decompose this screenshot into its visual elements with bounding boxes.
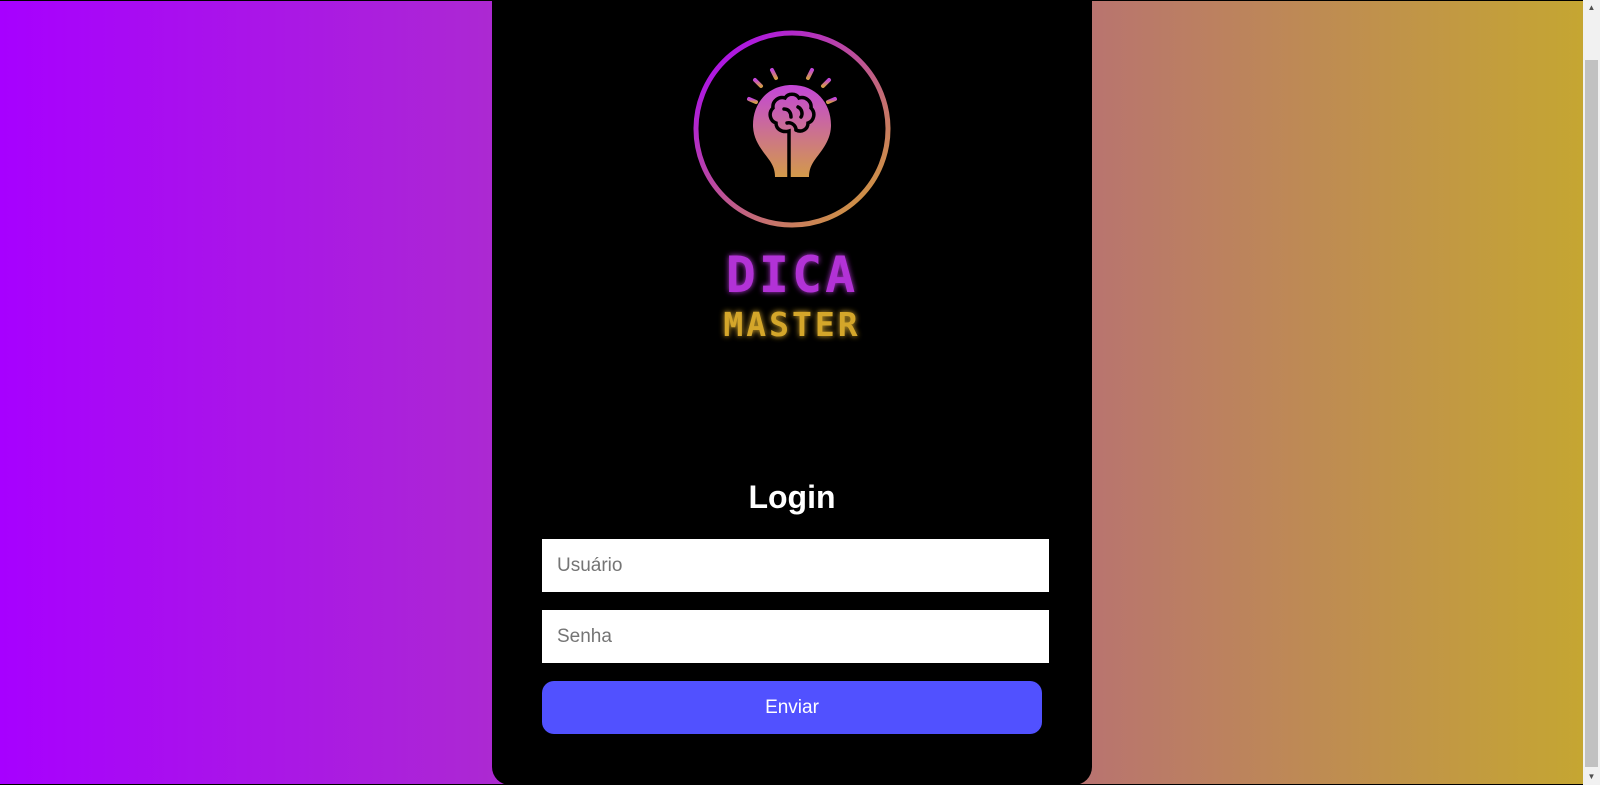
submit-button[interactable]: Enviar: [542, 681, 1042, 734]
login-title: Login: [748, 479, 836, 515]
login-card: DICA MASTER Login Enviar: [492, 1, 1092, 785]
chevron-up-icon[interactable]: ▲: [1583, 0, 1600, 16]
username-input[interactable]: [542, 539, 1049, 592]
scrollbar-thumb[interactable]: [1585, 60, 1598, 767]
chevron-down-icon[interactable]: ▼: [1583, 769, 1600, 785]
lightbulb-brain-icon: [693, 30, 891, 228]
page-background: DICA MASTER Login Enviar: [0, 1, 1583, 785]
brand-dica: DICA: [726, 246, 858, 304]
password-input[interactable]: [542, 610, 1049, 663]
vertical-scrollbar[interactable]: ▲ ▼: [1583, 0, 1600, 785]
brand-master: MASTER: [723, 305, 860, 344]
dica-master-logo: DICA MASTER: [693, 30, 891, 344]
